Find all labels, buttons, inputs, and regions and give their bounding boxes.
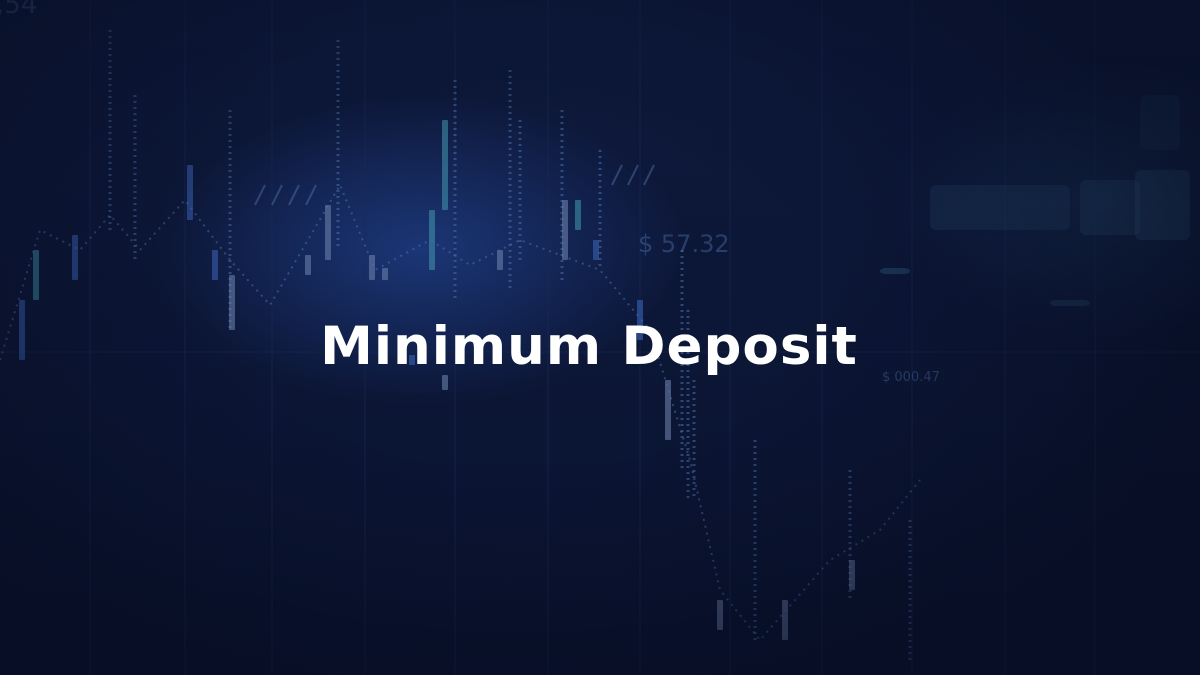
candlestick xyxy=(187,165,193,220)
background-price-label: $ 57.32 xyxy=(638,230,730,258)
chart-trend-line xyxy=(0,182,921,642)
candlestick xyxy=(325,205,331,260)
slash-mark xyxy=(627,164,639,186)
trend-line xyxy=(0,182,921,642)
page-title: Minimum Deposit xyxy=(320,315,858,377)
slash-mark xyxy=(305,184,317,206)
slash-mark xyxy=(611,164,623,186)
blurred-block xyxy=(880,268,910,274)
candlestick xyxy=(33,250,39,300)
candlestick xyxy=(849,560,855,590)
background-corner-label: ,54 xyxy=(0,0,38,20)
slash-mark xyxy=(288,184,300,206)
candlestick xyxy=(497,250,503,270)
blurred-block xyxy=(1140,95,1180,150)
candlestick xyxy=(429,210,435,270)
slash-mark xyxy=(254,184,266,206)
blurred-block xyxy=(1050,300,1090,306)
slash-mark xyxy=(643,164,655,186)
candlestick xyxy=(782,600,788,640)
candlestick xyxy=(442,120,448,210)
slash-mark xyxy=(271,184,283,206)
candlestick xyxy=(575,200,581,230)
candlestick xyxy=(562,200,568,260)
candlestick xyxy=(593,240,599,260)
candlestick xyxy=(382,268,388,280)
candlestick xyxy=(665,380,671,440)
hero-banner: ,54 $ 57.32 $ 000.47 Minimum Deposit xyxy=(0,0,1200,675)
chart-blurred-blocks xyxy=(880,95,1190,306)
blurred-block xyxy=(1080,180,1140,235)
candlestick xyxy=(72,235,78,280)
blurred-block xyxy=(1135,170,1190,240)
blurred-block xyxy=(930,185,1070,230)
candlestick xyxy=(305,255,311,275)
candlestick xyxy=(212,250,218,280)
candlestick xyxy=(717,600,723,630)
